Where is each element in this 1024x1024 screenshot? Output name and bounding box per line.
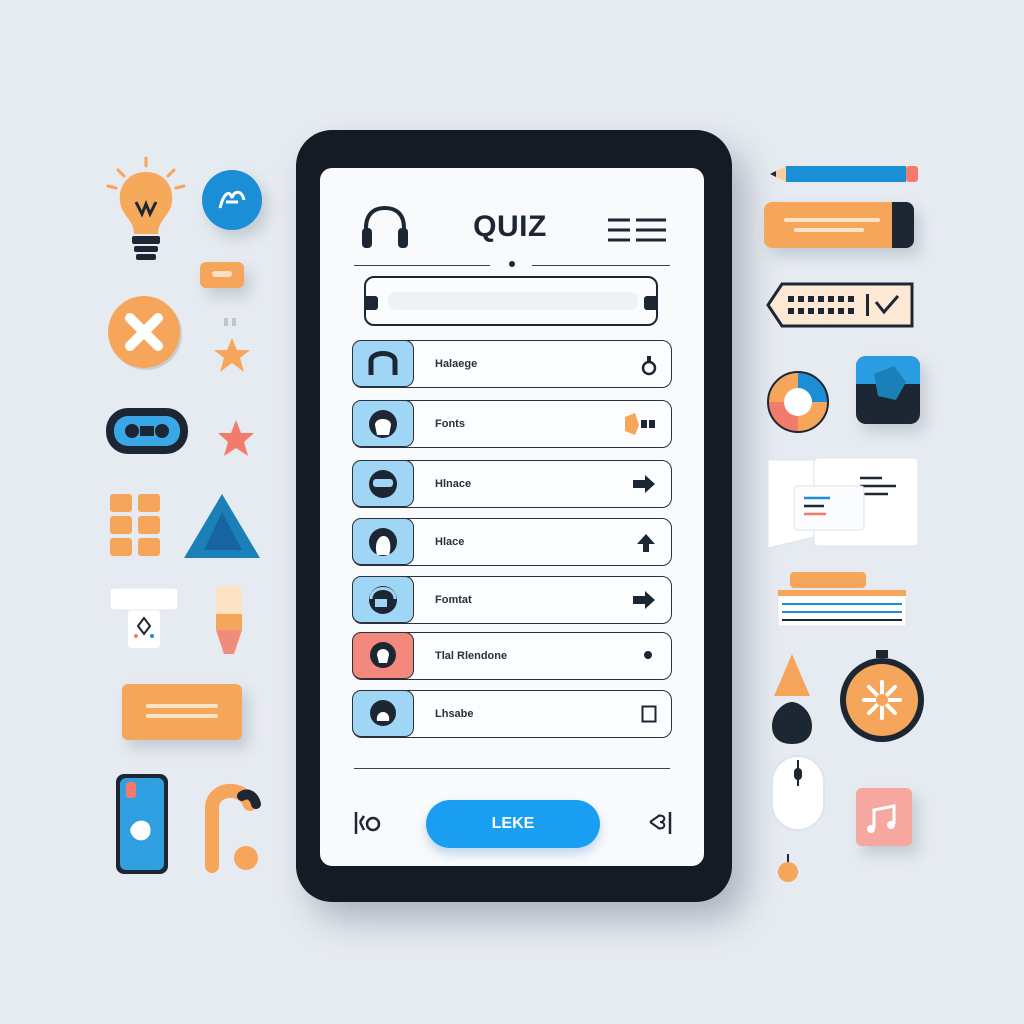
blocks-icon: [110, 494, 160, 556]
menu-icon[interactable]: [606, 216, 668, 244]
list-item-label: Fomtat: [435, 594, 472, 606]
pencil-icon: [770, 166, 918, 182]
search-bar[interactable]: [364, 276, 658, 326]
list-item[interactable]: Fomtat: [352, 576, 672, 624]
arrow-right-icon: [633, 591, 655, 609]
close-circle-icon: [108, 296, 182, 370]
headphones-icon[interactable]: [360, 204, 410, 250]
dot-icon: [644, 651, 652, 659]
header-divider-left: [354, 265, 490, 266]
circle-badge-icon: [202, 170, 262, 230]
row-avatar-tile: [352, 690, 414, 737]
row-avatar-tile: [352, 518, 414, 565]
list-item-label: Fonts: [435, 418, 465, 430]
hook-shape-icon: [205, 783, 261, 873]
gamepad-icon: [106, 408, 188, 454]
orange-pill-icon: [200, 262, 244, 288]
list-item[interactable]: Halaege: [352, 340, 672, 388]
eraser-icon: [764, 202, 914, 248]
list-item[interactable]: Tlal Rlendone: [352, 632, 672, 680]
small-star-icon: [214, 318, 250, 372]
arrow-up-icon: [637, 534, 655, 552]
cone-drop-icon: [772, 654, 812, 744]
cube-tile-icon: [856, 356, 920, 424]
list-item[interactable]: Lhsabe: [352, 690, 672, 738]
list-item-label: Halaege: [435, 358, 478, 370]
book-stack-icon: [777, 572, 907, 627]
row-avatar-tile: [352, 460, 414, 507]
compass-icon: [840, 650, 924, 742]
triangle-shape-icon: [184, 494, 260, 558]
phone-case-icon: [116, 774, 168, 874]
speaker-icon: [625, 413, 655, 435]
lightbulb-icon: [106, 156, 186, 260]
list-item-label: Hlnace: [435, 478, 472, 490]
row-avatar-tile: [352, 340, 414, 387]
header-divider-dot: [509, 261, 515, 267]
header-divider-right: [532, 265, 670, 266]
tag-icon: [766, 282, 914, 328]
row-avatar-tile: [352, 576, 414, 623]
list-item-label: Lhsabe: [435, 708, 474, 720]
checkbox-icon[interactable]: [641, 705, 657, 723]
lifebuoy-icon: [767, 371, 829, 433]
search-input[interactable]: [388, 292, 638, 310]
lock-icon: [641, 356, 657, 376]
cards-icon: [767, 457, 919, 549]
list-item-label: Hlace: [435, 536, 465, 548]
footer-left-icon[interactable]: [352, 810, 382, 836]
row-avatar-tile: [352, 400, 414, 447]
small-ornament-icon: [778, 854, 798, 882]
footer-divider: [354, 768, 670, 769]
list-item[interactable]: Hlace: [352, 518, 672, 566]
leke-button[interactable]: LEKE: [426, 800, 600, 848]
list-item-label: Tlal Rlendone: [435, 650, 508, 662]
marker-icon: [216, 586, 242, 654]
arrow-right-icon: [633, 475, 655, 493]
page-title: QUIZ: [473, 210, 547, 243]
list-item[interactable]: Fonts: [352, 400, 672, 448]
orange-slab-icon: [122, 684, 242, 740]
list-item[interactable]: Hlnace: [352, 460, 672, 508]
t-block-icon: [109, 587, 179, 648]
exit-icon[interactable]: [648, 810, 674, 836]
music-tile-icon: [856, 788, 912, 846]
mouse-icon: [771, 755, 825, 831]
row-avatar-tile: [352, 632, 414, 679]
phone-screen: [320, 168, 704, 866]
star-icon: [218, 420, 254, 456]
